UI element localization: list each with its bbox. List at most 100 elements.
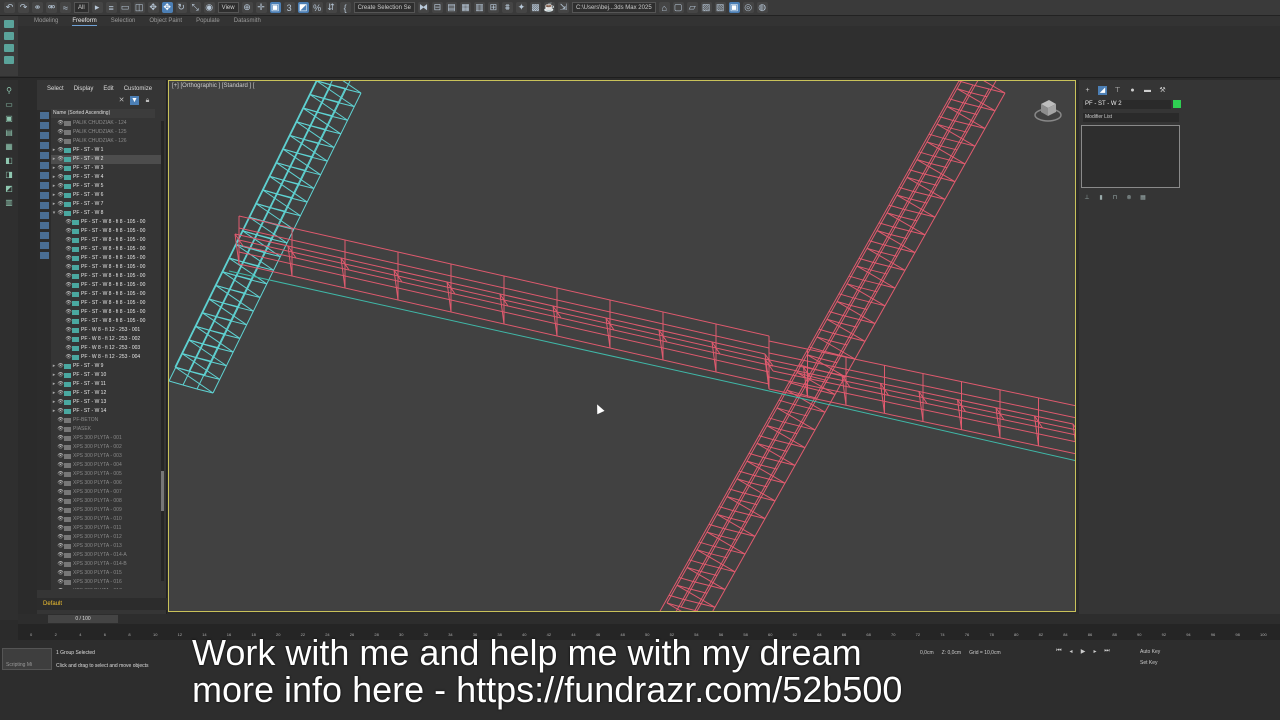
visibility-eye-icon[interactable]: 👁︎ — [65, 308, 72, 317]
scene-object-row[interactable]: 👁︎ XPS 300 PLYTA - 014-A — [51, 551, 163, 560]
window-crossing-icon[interactable]: ◫ — [133, 2, 145, 13]
unlink-icon[interactable]: ⚮ — [46, 2, 57, 13]
scene-object-row[interactable]: 👁︎ PF - ST - W 8 - fi 8 - 105 - 00 — [51, 236, 163, 245]
visibility-eye-icon[interactable]: 👁︎ — [57, 416, 64, 425]
viewcube-icon[interactable] — [1033, 95, 1063, 125]
filter-hidden-icon[interactable] — [39, 222, 49, 229]
edit-named-sel-icon[interactable]: ⇵ — [325, 2, 337, 13]
menu-edit[interactable]: Edit — [103, 84, 113, 94]
angle-snap-icon[interactable]: 3 — [283, 2, 295, 13]
visibility-eye-icon[interactable]: 👁︎ — [65, 299, 72, 308]
save-file-icon[interactable]: ▢ — [672, 2, 684, 13]
visibility-eye-icon[interactable]: 👁︎ — [57, 479, 64, 488]
render-cloud-icon[interactable]: ⇲ — [557, 2, 569, 13]
workspace-icon[interactable]: ▧ — [714, 2, 726, 13]
filter-bones-icon[interactable] — [39, 192, 49, 199]
visibility-eye-icon[interactable]: 👁︎ — [57, 551, 64, 560]
visibility-eye-icon[interactable]: 👁︎ — [57, 182, 64, 191]
remove-modifier-icon[interactable]: ⊗ — [1125, 194, 1133, 202]
filter-containers-icon[interactable] — [39, 202, 49, 209]
curve-editor-icon[interactable]: ▥ — [473, 2, 485, 13]
scene-object-row[interactable]: 👁︎ XPS 300 PLYTA - 005 — [51, 470, 163, 479]
scene-object-row[interactable]: 👁︎ PF - ST - W 8 - fi 8 - 105 - 00 — [51, 218, 163, 227]
visibility-eye-icon[interactable]: 👁︎ — [65, 236, 72, 245]
scale-icon[interactable]: ⤡ — [189, 2, 201, 13]
scene-object-row[interactable]: 👁︎ PF-BETON — [51, 416, 163, 425]
filter-geometry-icon[interactable] — [39, 112, 49, 119]
align-icon[interactable]: ⊟ — [431, 2, 443, 13]
quick-tool-icon[interactable] — [4, 20, 14, 28]
motion-tab-icon[interactable]: ● — [1128, 86, 1137, 95]
layout-icon[interactable]: ◧ — [4, 156, 15, 165]
auto-key-button[interactable]: Auto Key — [1140, 649, 1160, 655]
z-coord[interactable]: Z: 0,0cm — [942, 650, 961, 656]
scene-object-row[interactable]: 👁︎ XPS 300 PLYTA - 013 — [51, 542, 163, 551]
layer-explorer-icon[interactable]: ▤ — [445, 2, 457, 13]
select-move-active-icon[interactable]: ✥ — [161, 2, 173, 13]
visibility-eye-icon[interactable]: 👁︎ — [65, 263, 72, 272]
scene-object-row[interactable]: 👁︎ PF - ST - W 8 - fi 8 - 105 - 00 — [51, 245, 163, 254]
layout-icon[interactable]: ◩ — [4, 184, 15, 193]
clear-icon[interactable]: ✕ — [117, 96, 126, 105]
visibility-eye-icon[interactable]: 👁︎ — [65, 227, 72, 236]
scene-object-row[interactable]: 👁︎ PF - W 8 - fi 12 - 253 - 001 — [51, 326, 163, 335]
quick-tool-icon[interactable] — [4, 44, 14, 52]
scene-object-row[interactable]: 👁︎ XPS 300 PLYTA - 010 — [51, 515, 163, 524]
visibility-eye-icon[interactable]: 👁︎ — [57, 209, 64, 218]
mirror-icon[interactable]: ⧓ — [417, 2, 429, 13]
scene-object-row[interactable]: 👁︎ XPS 300 PLYTA - 008 — [51, 497, 163, 506]
scene-object-row[interactable]: ▾ 👁︎ PF - ST - W 8 — [51, 209, 163, 218]
selection-filter-combo[interactable]: All — [74, 2, 89, 13]
display-tab-icon[interactable]: ▬ — [1143, 86, 1152, 95]
visibility-eye-icon[interactable]: 👁︎ — [57, 119, 64, 128]
visibility-eye-icon[interactable]: 👁︎ — [57, 200, 64, 209]
percent-snap-icon[interactable]: ◩ — [297, 2, 309, 13]
spinner-snap-icon[interactable]: % — [311, 2, 323, 13]
scene-object-row[interactable]: ▸ 👁︎ PF - ST - W 7 — [51, 200, 163, 209]
undo-icon[interactable]: ↶ — [4, 2, 15, 13]
schematic-view-icon[interactable]: ⊞ — [487, 2, 499, 13]
tab-modeling[interactable]: Modeling — [34, 16, 58, 26]
visibility-eye-icon[interactable]: 👁︎ — [57, 578, 64, 587]
hierarchy-tab-icon[interactable]: ⊤ — [1113, 86, 1122, 95]
scene-object-row[interactable]: 👁︎ PF - ST - W 8 - fi 8 - 105 - 00 — [51, 227, 163, 236]
visibility-eye-icon[interactable]: 👁︎ — [57, 443, 64, 452]
help-icon[interactable]: ◍ — [756, 2, 768, 13]
scene-object-row[interactable]: 👁︎ PF - ST - W 8 - fi 8 - 105 - 00 — [51, 281, 163, 290]
visibility-eye-icon[interactable]: 👁︎ — [65, 245, 72, 254]
manipulate-icon[interactable]: ✛ — [255, 2, 267, 13]
plugin-icon[interactable]: ◎ — [742, 2, 754, 13]
time-slider-thumb[interactable]: 0 / 100 — [48, 615, 118, 623]
explorer-scrollbar[interactable] — [161, 121, 164, 581]
scene-object-row[interactable]: 👁︎ XPS 300 PLYTA - 001 — [51, 434, 163, 443]
layout-icon[interactable]: ▦ — [4, 142, 15, 151]
viewport-label[interactable]: [+] [Orthographic ] [Standard ] [ — [172, 83, 255, 89]
filter-shapes-icon[interactable] — [39, 122, 49, 129]
scene-object-row[interactable]: ▸ 👁︎ PF - ST - W 13 — [51, 398, 163, 407]
go-to-end-icon[interactable]: ⏭ — [1103, 648, 1111, 656]
visibility-eye-icon[interactable]: 👁︎ — [57, 533, 64, 542]
tab-datasmith[interactable]: Datasmith — [234, 16, 261, 26]
visibility-eye-icon[interactable]: 👁︎ — [57, 164, 64, 173]
render-icon[interactable]: ☕ — [544, 2, 555, 13]
scene-object-row[interactable]: 👁︎ XPS 300 PLYTA - 011 — [51, 524, 163, 533]
visibility-eye-icon[interactable]: 👁︎ — [57, 380, 64, 389]
tab-selection[interactable]: Selection — [111, 16, 136, 26]
time-slider[interactable]: 0 / 100 — [18, 614, 1280, 624]
scene-object-row[interactable]: 👁︎ XPS 300 PLYTA - 003 — [51, 452, 163, 461]
scene-object-row[interactable]: 👁︎ PALIK CHUDZIAK - 124 — [51, 119, 163, 128]
scene-object-row[interactable]: 👁︎ XPS 300 PLYTA - 004 — [51, 461, 163, 470]
scene-object-row[interactable]: ▸ 👁︎ PF - ST - W 1 — [51, 146, 163, 155]
rotate-icon[interactable]: ↻ — [175, 2, 187, 13]
configure-sets-icon[interactable]: ▦ — [1139, 194, 1147, 202]
render-setup-icon[interactable]: ✦ — [515, 2, 527, 13]
scene-object-row[interactable]: 👁︎ PF - W 8 - fi 12 - 253 - 004 — [51, 353, 163, 362]
select-by-name-icon[interactable]: ≡ — [105, 2, 117, 13]
bind-icon[interactable]: ≈ — [60, 2, 71, 13]
object-color-swatch[interactable] — [1173, 100, 1181, 108]
filter-warps-icon[interactable] — [39, 162, 49, 169]
visibility-eye-icon[interactable]: 👁︎ — [57, 434, 64, 443]
select-object-icon[interactable]: ▸ — [91, 2, 103, 13]
layer-selector[interactable]: Default — [37, 598, 167, 610]
modifier-stack[interactable] — [1081, 125, 1180, 188]
